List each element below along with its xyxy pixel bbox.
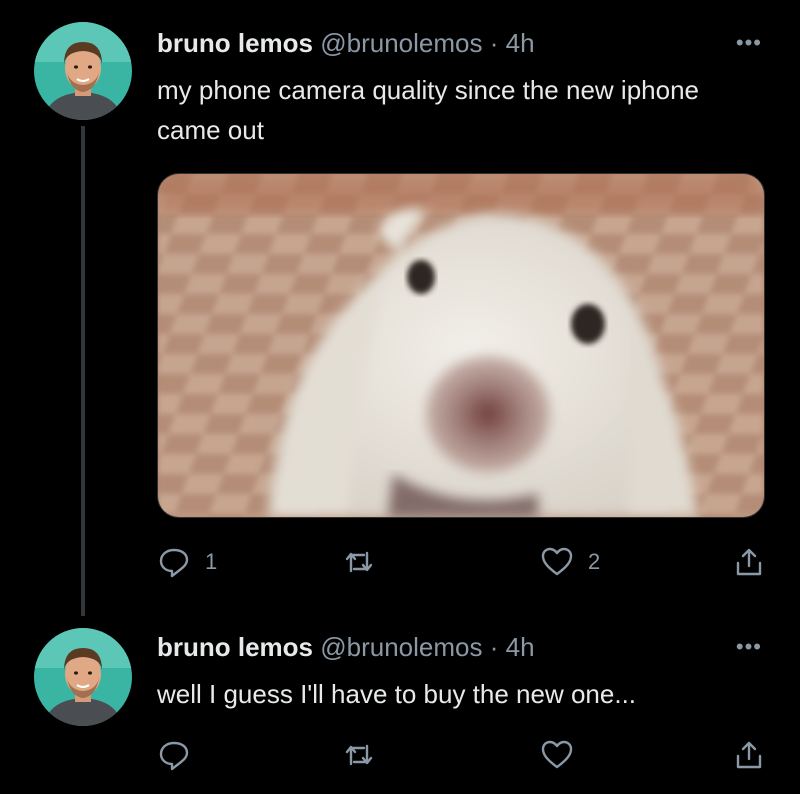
reply-count: 1 [205, 549, 218, 574]
separator: · [489, 632, 499, 662]
like-count: 2 [588, 549, 601, 574]
tweet-header: bruno lemos @brunolemos · 4h [157, 632, 535, 663]
share-button[interactable] [732, 545, 766, 579]
tweet-time[interactable]: 4h [506, 28, 535, 58]
author-handle[interactable]: @brunolemos [320, 632, 482, 662]
retweet-button[interactable] [342, 738, 390, 772]
retweet-button[interactable] [342, 545, 390, 579]
dog-photo [158, 174, 764, 517]
tweet-header: bruno lemos @brunolemos · 4h [157, 28, 535, 59]
tweet-text: my phone camera quality since the new ip… [157, 75, 699, 145]
like-icon [541, 740, 573, 769]
tweet-text: well I guess I'll have to buy the new on… [157, 679, 637, 709]
tweet-media-image[interactable] [157, 173, 765, 518]
author-name[interactable]: bruno lemos [157, 28, 313, 58]
reply-button[interactable] [157, 738, 205, 772]
tweet-time[interactable]: 4h [506, 632, 535, 662]
reply-button[interactable]: 1 [157, 545, 217, 579]
share-icon [736, 548, 762, 576]
separator: · [489, 28, 499, 58]
more-icon[interactable]: ••• [736, 634, 762, 660]
author-avatar[interactable] [34, 628, 132, 726]
retweet-icon [345, 551, 373, 573]
share-button[interactable] [732, 738, 766, 772]
retweet-icon [345, 744, 373, 766]
share-icon [736, 741, 762, 769]
like-icon [541, 547, 573, 576]
tweet-actions [157, 738, 769, 778]
author-avatar[interactable] [34, 22, 132, 120]
thread-connector-line [81, 126, 85, 616]
reply-icon [159, 741, 189, 771]
tweet-2[interactable]: bruno lemos @brunolemos · 4h ••• well I … [0, 620, 800, 794]
tweet-actions: 1 2 [157, 545, 769, 585]
more-icon[interactable]: ••• [736, 30, 762, 56]
like-button[interactable] [540, 738, 588, 772]
author-handle[interactable]: @brunolemos [320, 28, 482, 58]
tweet-1[interactable]: bruno lemos @brunolemos · 4h ••• my phon… [0, 0, 800, 620]
like-button[interactable]: 2 [540, 545, 600, 579]
reply-icon [159, 548, 189, 578]
author-name[interactable]: bruno lemos [157, 632, 313, 662]
